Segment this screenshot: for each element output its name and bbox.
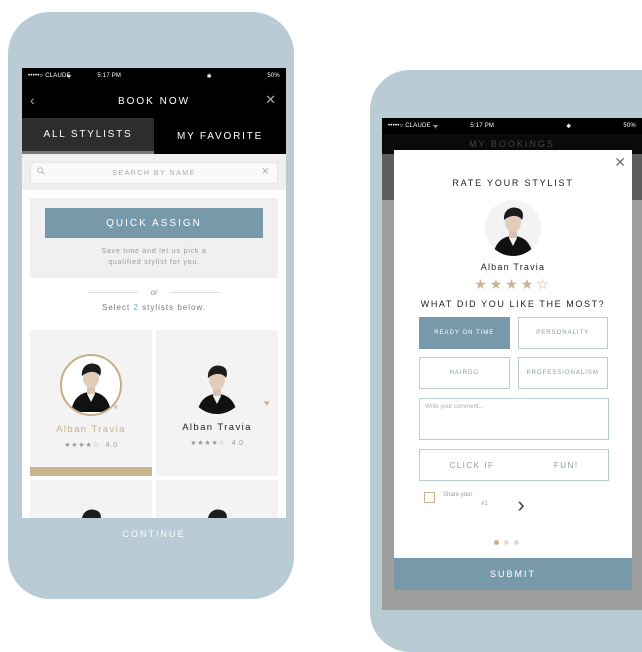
clear-search-icon[interactable]: ✕ <box>261 166 269 177</box>
stylist-card-selected[interactable]: ♥ Alban Travia ★★★★☆ 4.0 <box>30 330 152 476</box>
select-prefix: Select <box>101 303 134 312</box>
stylist-tabs: ALL STYLISTS MY FAVORITE <box>22 118 286 154</box>
search-box: ✕ <box>30 162 278 184</box>
rating-stars: ★★★★☆ <box>64 442 100 449</box>
favorite-heart-icon[interactable]: ♥ <box>264 398 269 408</box>
carrier-label: •••••○ CLAUDE <box>388 123 431 129</box>
stylist-portrait-icon <box>197 365 237 414</box>
submit-button[interactable]: SUBMIT <box>394 558 632 590</box>
stylist-rating: ★★★★☆ 4.0 <box>156 439 278 447</box>
modal-title: RATE YOUR STYLIST <box>452 178 574 188</box>
chip-ready-on-time[interactable]: READY ON TIME <box>419 317 510 349</box>
stylist-card[interactable] <box>156 480 278 520</box>
search-area: ✕ <box>22 154 286 190</box>
page-title: MY BOOKINGS <box>469 139 555 149</box>
quick-assign-line-2: qualified stylist for you. <box>108 259 200 266</box>
stylist-portrait-icon <box>493 207 533 256</box>
rate-stylist-modal: ✕ RATE YOUR STYLIST Alban Travia ★★★★☆ W… <box>394 150 632 590</box>
wifi-icon: ᯤ <box>432 124 439 130</box>
status-bar: •••••○ CLAUDE ᯤ 5:17 PM ✱ 50% <box>382 118 642 134</box>
quick-assign-panel: QUICK ASSIGN Save time and let us pick a… <box>30 198 278 278</box>
tab-all-stylists[interactable]: ALL STYLISTS <box>22 118 154 154</box>
or-label: or <box>150 288 158 297</box>
stylist-card[interactable]: ♥ Alban Travia ★★★★☆ 4.0 <box>156 330 278 476</box>
stylist-name: Alban Travia <box>56 424 126 435</box>
tab-my-favorite[interactable]: MY FAVORITE <box>154 118 286 154</box>
stylist-name: Alban Travia <box>480 262 546 272</box>
like-question: WHAT DID YOU LIKE THE MOST? <box>420 299 606 309</box>
comment-input[interactable] <box>420 399 608 439</box>
quick-assign-description: Save time and let us pick a qualified st… <box>45 246 263 268</box>
close-icon[interactable]: ✕ <box>265 92 278 108</box>
continue-button[interactable]: CONTINUE <box>22 518 286 550</box>
click-if-fun-button[interactable]: CLICK IF FUN! <box>419 449 609 481</box>
carrier-label: •••••○ CLAUDE <box>28 73 71 79</box>
bluetooth-icon: ✱ <box>206 73 212 80</box>
stylist-name: Alban Travia <box>182 422 252 433</box>
rating-value: 4.0 <box>105 442 118 449</box>
clock: 5:17 PM <box>470 123 495 129</box>
battery-label: 50% <box>267 73 280 79</box>
rating-stars-input[interactable]: ★★★★☆ <box>394 276 632 293</box>
divider-line-right <box>169 292 220 293</box>
page-dot[interactable] <box>504 540 509 545</box>
clock: 5:17 PM <box>97 73 122 79</box>
selected-indicator-bar <box>30 467 152 476</box>
feedback-chips: READY ON TIME PERSONALITY HAIRDO PROFESS… <box>419 317 608 389</box>
avatar <box>485 200 541 256</box>
next-arrow-button[interactable]: › <box>504 488 538 522</box>
status-bar: •••••○ CLAUDE ᯤ 5:17 PM ✱ 50% <box>22 68 286 84</box>
stylist-rating: ★★★★☆ 4.0 <box>30 441 152 449</box>
divider-line-left <box>88 292 139 293</box>
search-icon <box>37 167 45 175</box>
wifi-icon: ᯤ <box>66 74 72 80</box>
battery-label: 50% <box>623 123 636 129</box>
avatar <box>189 358 245 414</box>
page-dot[interactable] <box>514 540 519 545</box>
back-chevron-icon[interactable]: ‹ <box>30 92 37 108</box>
stylist-grid: ♥ Alban Travia ★★★★☆ 4.0 ♥ Alban Travia ★… <box>30 330 278 520</box>
book-now-screen: •••••○ CLAUDE ᯤ 5:17 PM ✱ 50% ‹ BOOK NOW… <box>22 68 286 550</box>
rating-value: 4.0 <box>231 440 244 447</box>
stylist-portrait-icon <box>71 363 111 412</box>
page-dots <box>494 540 519 545</box>
favorite-heart-icon[interactable]: ♥ <box>113 402 118 412</box>
nav-bar: ‹ BOOK NOW ✕ <box>22 84 286 118</box>
rating-stars: ★★★★☆ <box>190 440 226 447</box>
stylist-card[interactable] <box>30 480 152 520</box>
quick-assign-line-1: Save time and let us pick a <box>101 248 207 255</box>
close-icon[interactable]: ✕ <box>614 154 626 171</box>
search-input[interactable] <box>31 168 277 178</box>
select-suffix: stylists below. <box>138 303 207 312</box>
click-if-fun-label: CLICK IF FUN! <box>449 460 579 470</box>
comment-box <box>419 398 609 440</box>
bluetooth-icon: ✱ <box>566 123 572 130</box>
dimmed-background-bottom <box>382 590 642 610</box>
select-instructions: Select 2 stylists below. <box>22 303 286 312</box>
page-title: BOOK NOW <box>117 95 191 107</box>
or-divider: or <box>22 288 286 297</box>
share-checkbox[interactable] <box>424 492 435 503</box>
chip-hairdo[interactable]: HAIRDO <box>419 357 510 389</box>
quick-assign-button[interactable]: QUICK ASSIGN <box>45 208 263 238</box>
chip-personality[interactable]: PERSONALITY <box>517 317 608 349</box>
page-dot-active[interactable] <box>494 540 499 545</box>
chip-professionalism[interactable]: PROFESSIONALISM <box>517 357 608 389</box>
